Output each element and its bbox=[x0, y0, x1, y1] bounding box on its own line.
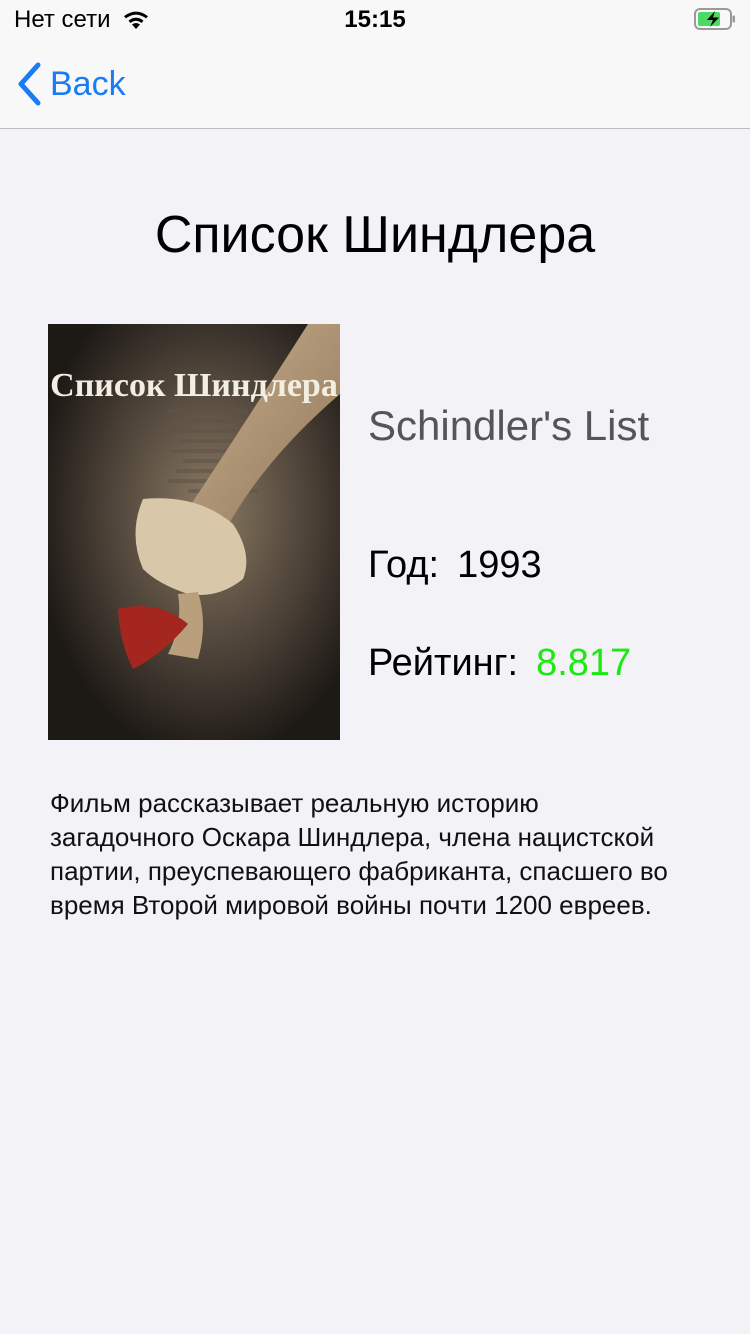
rating-row: Рейтинг: 8.817 bbox=[368, 642, 631, 685]
movie-poster: Список Шиндлера bbox=[48, 324, 340, 740]
poster-image: Список Шиндлера bbox=[48, 324, 340, 740]
year-row: Год: 1993 bbox=[368, 544, 542, 587]
year-label: Год: bbox=[368, 544, 440, 586]
rating-label: Рейтинг: bbox=[368, 642, 519, 684]
status-time: 15:15 bbox=[344, 6, 406, 33]
poster-title: Список Шиндлера bbox=[50, 367, 338, 404]
back-button[interactable]: Back bbox=[16, 62, 126, 106]
battery-charging-icon bbox=[694, 8, 735, 30]
original-title: Schindler's List bbox=[368, 402, 650, 449]
navigation-bar: Back bbox=[0, 40, 750, 129]
rating-value: 8.817 bbox=[536, 642, 632, 684]
year-value: 1993 bbox=[457, 544, 542, 586]
movie-description: Фильм рассказывает реальную историю зага… bbox=[50, 788, 668, 920]
status-bar: Нет сети 15:15 bbox=[0, 0, 750, 40]
page-title: Список Шиндлера bbox=[154, 206, 596, 264]
chevron-left-icon bbox=[18, 62, 41, 106]
back-label: Back bbox=[50, 64, 126, 103]
